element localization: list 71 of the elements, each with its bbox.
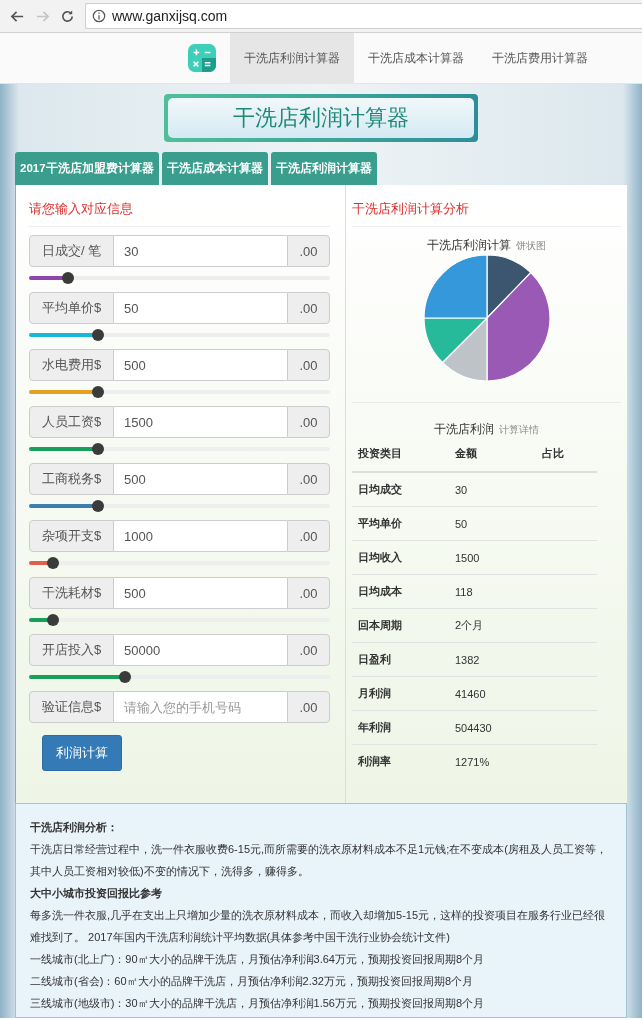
table-cell: 回本周期 bbox=[352, 608, 449, 643]
calculate-button[interactable]: 利润计算 bbox=[42, 735, 122, 771]
field-label: 验证信息$ bbox=[29, 691, 114, 723]
table-cell: 118 bbox=[449, 574, 537, 609]
paragraph: 干洗店日常经营过程中，洗一件衣服收费6-15元,而所需要的洗衣原材料成本不足1元钱;在不变成本(房租及人员工资等，其中人员工资相对较低)不变的情况下，洗得多，赚得多。 bbox=[30, 842, 608, 879]
table-cell: 1271% bbox=[449, 744, 537, 778]
input-field[interactable]: 500 bbox=[114, 349, 287, 381]
table-cell: 日均成交 bbox=[352, 472, 449, 507]
section-heading: 大中小城市投资回报比参考 bbox=[30, 886, 163, 901]
input-field[interactable]: 1000 bbox=[114, 520, 287, 552]
unit-suffix: .00 bbox=[287, 577, 330, 609]
table-cell: 50 bbox=[449, 506, 537, 541]
url-text: www.ganxijsq.com bbox=[112, 8, 228, 24]
table-cell: 日均收入 bbox=[352, 540, 449, 575]
field-label: 水电费用$ bbox=[29, 349, 114, 381]
calculator-logo-icon bbox=[188, 44, 216, 72]
input-field[interactable]: 500 bbox=[114, 577, 287, 609]
unit-suffix: .00 bbox=[287, 406, 330, 438]
analysis-heading: 干洗店利润计算分析 bbox=[352, 185, 621, 227]
reload-icon[interactable] bbox=[60, 8, 75, 24]
nav-link[interactable]: 干洗店成本计算器 bbox=[354, 33, 478, 83]
field-label: 人员工资$ bbox=[29, 406, 114, 438]
field-label: 工商税务$ bbox=[29, 463, 114, 495]
table-cell: 2个月 bbox=[449, 608, 537, 643]
chart-title: 干洗店利润计算 bbox=[427, 238, 512, 252]
table-cell: 利润率 bbox=[352, 744, 449, 778]
unit-suffix: .00 bbox=[287, 691, 330, 723]
form-heading: 请您输入对应信息 bbox=[29, 185, 330, 227]
chart-subtitle: 饼状图 bbox=[515, 240, 546, 251]
paragraph: 每多洗一件衣服,几乎在支出上只增加少量的洗衣原材料成本，而收入却增加5-15元，这样的投资项目在服务行业已经很难找到了。 2017年国内干洗店利润统计平均数据(具体参考中国干洗行业协会统计文件) bbox=[30, 908, 607, 945]
paragraph: 一线城市(北上广)：90㎡大小的品牌干洗店，月预估净利润3.64万元，预期投资回报周期8个月 bbox=[30, 952, 486, 967]
table-cell: 41460 bbox=[449, 676, 537, 711]
table-cell: 30 bbox=[449, 472, 537, 507]
input-field[interactable]: 500 bbox=[114, 463, 287, 495]
table-cell: 1500 bbox=[449, 540, 537, 575]
table-cell: 平均单价 bbox=[352, 506, 449, 541]
unit-suffix: .00 bbox=[287, 292, 330, 324]
field-label: 平均单价$ bbox=[29, 292, 114, 324]
table-cell: 1382 bbox=[449, 642, 537, 677]
input-field[interactable]: 1500 bbox=[114, 406, 287, 438]
info-icon[interactable] bbox=[92, 9, 106, 23]
unit-suffix: .00 bbox=[287, 235, 330, 267]
unit-suffix: .00 bbox=[287, 520, 330, 552]
field-label: 干洗耗材$ bbox=[29, 577, 114, 609]
table-subtitle: 计算详情 bbox=[498, 424, 539, 435]
field-label: 杂项开支$ bbox=[29, 520, 114, 552]
nav-link[interactable]: 干洗店费用计算器 bbox=[478, 33, 602, 83]
section-heading: 干洗店利润分析： bbox=[30, 820, 119, 835]
unit-suffix: .00 bbox=[287, 634, 330, 666]
table-title: 干洗店利润 bbox=[434, 422, 495, 436]
input-field[interactable]: 30 bbox=[114, 235, 287, 267]
column-header: 金额 bbox=[449, 440, 537, 472]
input-field[interactable]: 请输入您的手机号码 bbox=[114, 691, 287, 723]
field-label: 日成交/ 笔 bbox=[29, 235, 114, 267]
table-cell: 日均成本 bbox=[352, 574, 449, 609]
table-cell: 504430 bbox=[449, 710, 537, 745]
input-field[interactable]: 50000 bbox=[114, 634, 287, 666]
table-cell: 月利润 bbox=[352, 676, 449, 711]
table-cell: 年利润 bbox=[352, 710, 449, 745]
column-header: 投资类目 bbox=[352, 440, 449, 472]
table-cell: 日盈利 bbox=[352, 642, 449, 677]
unit-suffix: .00 bbox=[287, 463, 330, 495]
page-title: 干洗店利润计算器 bbox=[233, 104, 409, 132]
input-field[interactable]: 50 bbox=[114, 292, 287, 324]
nav-link[interactable]: 干洗店利润计算器 bbox=[230, 33, 354, 83]
paragraph: 三线城市(地级市)：30㎡大小的品牌干洗店，月预估净利润1.56万元，预期投资回报周期8个月 bbox=[30, 996, 486, 1011]
paragraph: 二线城市(省会)：60㎡大小的品牌干洗店，月预估净利润2.32万元，预期投资回报周期8个月 bbox=[30, 974, 475, 989]
field-label: 开店投入$ bbox=[29, 634, 114, 666]
address-bar[interactable]: www.ganxijsq.com bbox=[85, 3, 642, 29]
column-header: 占比 bbox=[536, 440, 597, 472]
unit-suffix: .00 bbox=[287, 349, 330, 381]
